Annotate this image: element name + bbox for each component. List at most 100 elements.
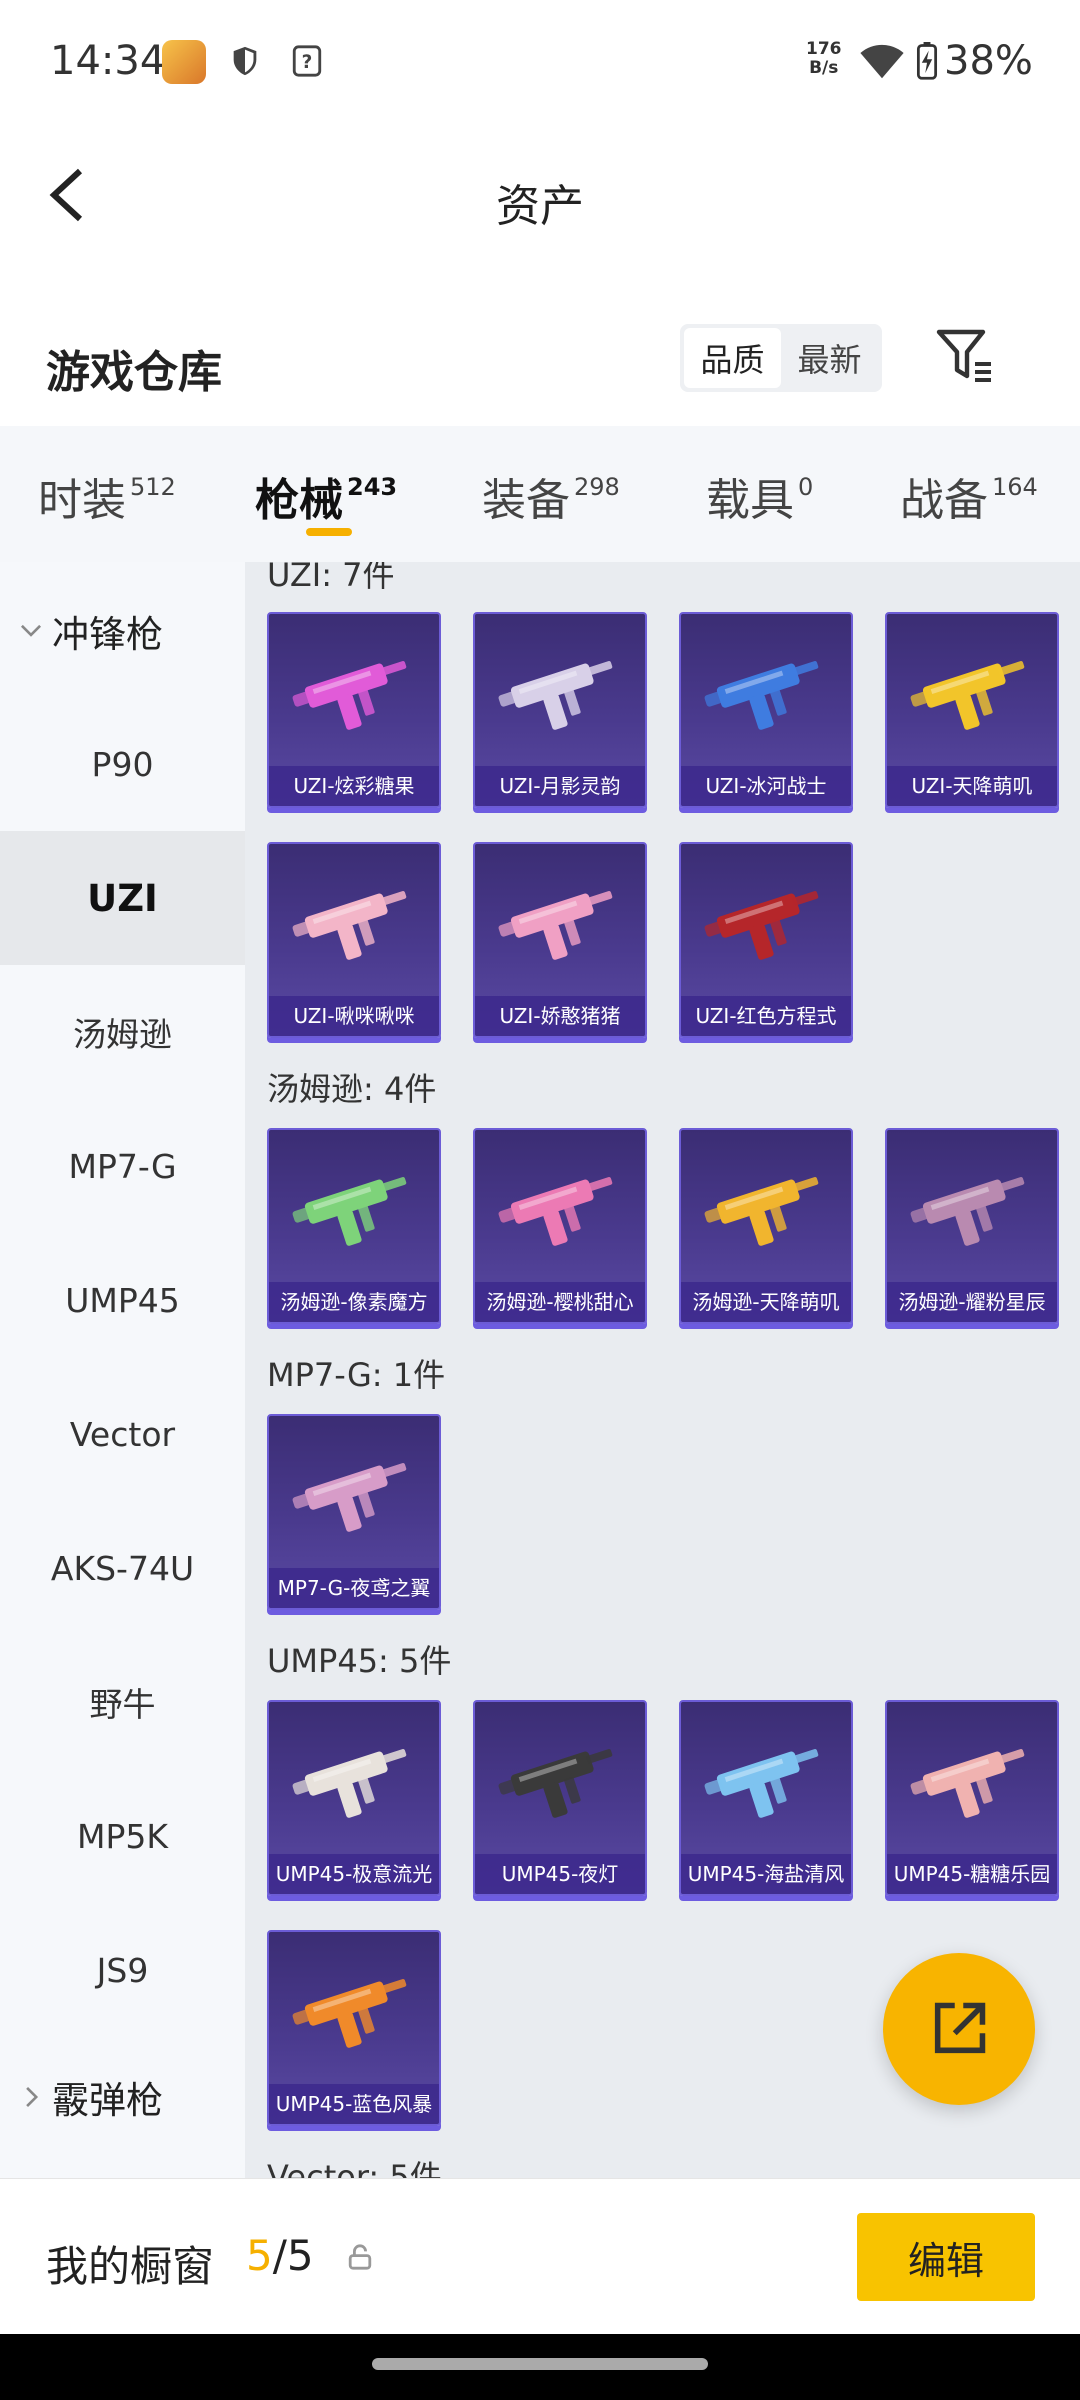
lock-icon <box>348 2244 372 2270</box>
weapon-skin-card[interactable]: 汤姆逊-天降萌叽 <box>679 1128 853 1324</box>
weapon-skin-card[interactable]: UZI-天降萌叽 <box>885 612 1059 808</box>
skin-name: UMP45-糖糖乐园 <box>887 1854 1057 1894</box>
share-external-icon <box>934 2002 986 2054</box>
sidebar-item-uzi[interactable]: UZI <box>0 831 245 965</box>
chevron-right-icon <box>26 2086 39 2108</box>
gun-skin-icon <box>910 1748 1025 1818</box>
sidebar-item-p90[interactable]: P90 <box>0 697 245 831</box>
weapon-skin-card[interactable]: 汤姆逊-耀粉星辰 <box>885 1128 1059 1324</box>
sidebar-group-smg[interactable]: 冲锋枪 <box>18 604 163 658</box>
gun-skin-icon <box>704 890 819 960</box>
showcase-bar: 我的橱窗 5/5 编辑 <box>0 2178 1080 2334</box>
skin-name: 汤姆逊-耀粉星辰 <box>887 1282 1057 1322</box>
section-label-mp7g: MP7-G: 1件 <box>267 1356 446 1394</box>
gun-skin-icon <box>704 1748 819 1818</box>
sidebar-item-aks74u[interactable]: AKS-74U <box>0 1501 245 1635</box>
weapon-skin-card[interactable]: MP7-G-夜鸢之翼 <box>267 1414 441 1610</box>
showcase-label: 我的橱窗 <box>46 2242 215 2291</box>
weapon-skin-card[interactable]: UZI-娇憨猪猪 <box>473 842 647 1038</box>
weapon-skin-card[interactable]: UMP45-海盐清风 <box>679 1700 853 1896</box>
sidebar-item-bizon[interactable]: 野牛 <box>0 1635 245 1769</box>
weapon-skin-card[interactable]: UMP45-夜灯 <box>473 1700 647 1896</box>
sort-latest-button[interactable]: 最新 <box>781 328 878 388</box>
weapon-type-sidebar: 冲锋枪 P90 UZI 汤姆逊 MP7-G UMP45 Vector AKS-7… <box>0 562 245 2178</box>
weapon-skin-card[interactable]: UZI-啾咪啾咪 <box>267 842 441 1038</box>
gun-skin-icon <box>292 1462 407 1532</box>
skin-name: 汤姆逊-像素魔方 <box>269 1282 439 1322</box>
svg-text:?: ? <box>302 52 313 73</box>
status-time: 14:34 <box>50 38 166 84</box>
gun-skin-icon <box>498 1748 613 1818</box>
sidebar-item-mp7g[interactable]: MP7-G <box>0 1099 245 1233</box>
showcase-count: 5/5 <box>246 2231 314 2280</box>
share-fab[interactable] <box>883 1953 1035 2105</box>
sidebar-item-vector[interactable]: Vector <box>0 1367 245 1501</box>
home-gesture-handle[interactable] <box>372 2358 708 2370</box>
weapon-skin-card[interactable]: UMP45-糖糖乐园 <box>885 1700 1059 1896</box>
tab-firearms[interactable]: 枪械 243 <box>255 464 397 528</box>
skin-name: UZI-月影灵韵 <box>475 766 645 806</box>
section-label-vector: Vector: 5件 <box>267 2158 442 2178</box>
sort-toggle: 品质 最新 <box>680 324 882 392</box>
section-label-ump45: UMP45: 5件 <box>267 1642 452 1680</box>
gun-skin-icon <box>292 1176 407 1246</box>
active-tab-indicator <box>306 528 352 536</box>
page-title: 资产 <box>496 181 584 232</box>
gun-skin-icon <box>292 890 407 960</box>
net-speed: 176 B/s <box>806 39 842 78</box>
skin-name: UMP45-海盐清风 <box>681 1854 851 1894</box>
chevron-down-icon <box>20 624 42 637</box>
weapon-skin-card[interactable]: UMP45-极意流光 <box>267 1700 441 1896</box>
system-nav-bar <box>0 2334 1080 2400</box>
weapon-skin-list: UZI: 7件 汤姆逊: 4件 MP7-G: 1件 UMP45: 5件 Vect… <box>245 562 1080 2178</box>
skin-name: 汤姆逊-天降萌叽 <box>681 1282 851 1322</box>
wifi-icon <box>860 44 904 79</box>
skin-name: UMP45-极意流光 <box>269 1854 439 1894</box>
category-tabs: 时装 512 枪械 243 装备 298 载具 0 战备 164 <box>0 426 1080 562</box>
sort-quality-button[interactable]: 品质 <box>684 328 781 388</box>
gun-skin-icon <box>704 660 819 730</box>
weapon-skin-card[interactable]: UZI-冰河战士 <box>679 612 853 808</box>
sidebar-item-ump45[interactable]: UMP45 <box>0 1233 245 1367</box>
shield-icon <box>233 46 257 76</box>
skin-name: UZI-娇憨猪猪 <box>475 996 645 1036</box>
sidebar-item-js9[interactable]: JS9 <box>0 1903 245 2037</box>
skin-name: UZI-冰河战士 <box>681 766 851 806</box>
weapon-skin-card[interactable]: 汤姆逊-樱桃甜心 <box>473 1128 647 1324</box>
weapon-skin-card[interactable]: UZI-红色方程式 <box>679 842 853 1038</box>
sidebar-item-mp5k[interactable]: MP5K <box>0 1769 245 1903</box>
tab-gear[interactable]: 装备 298 <box>482 464 620 528</box>
weapon-skin-card[interactable]: UMP45-蓝色风暴 <box>267 1930 441 2126</box>
gun-skin-icon <box>910 660 1025 730</box>
skin-name: MP7-G-夜鸢之翼 <box>269 1568 439 1608</box>
tab-fashion[interactable]: 时装 512 <box>38 464 176 528</box>
weapon-skin-card[interactable]: UZI-炫彩糖果 <box>267 612 441 808</box>
tab-supplies[interactable]: 战备 164 <box>900 464 1038 528</box>
battery-charging-icon <box>916 42 938 80</box>
skin-name: UMP45-夜灯 <box>475 1854 645 1894</box>
sidebar-group-shotgun[interactable]: 霰弹枪 <box>18 2070 163 2124</box>
game-app-icon <box>162 40 206 84</box>
edit-button[interactable]: 编辑 <box>857 2213 1035 2301</box>
sidebar-item-thompson[interactable]: 汤姆逊 <box>0 965 245 1099</box>
app-header: 资产 <box>0 130 1080 260</box>
gun-skin-icon <box>910 1176 1025 1246</box>
skin-name: UZI-天降萌叽 <box>887 766 1057 806</box>
gun-skin-icon <box>704 1176 819 1246</box>
tab-vehicles[interactable]: 载具 0 <box>706 464 813 528</box>
gun-skin-icon <box>292 1748 407 1818</box>
battery: 38% <box>916 38 1033 84</box>
weapon-skin-card[interactable]: 汤姆逊-像素魔方 <box>267 1128 441 1324</box>
skin-name: 汤姆逊-樱桃甜心 <box>475 1282 645 1322</box>
filter-icon[interactable] <box>935 326 995 386</box>
gun-skin-icon <box>498 890 613 960</box>
gun-skin-icon <box>292 660 407 730</box>
warehouse-title: 游戏仓库 <box>46 347 222 398</box>
gun-skin-icon <box>292 1978 407 2048</box>
gun-skin-icon <box>498 660 613 730</box>
weapon-skin-card[interactable]: UZI-月影灵韵 <box>473 612 647 808</box>
gun-skin-icon <box>498 1176 613 1246</box>
skin-name: UZI-红色方程式 <box>681 996 851 1036</box>
skin-name: UZI-炫彩糖果 <box>269 766 439 806</box>
skin-name: UZI-啾咪啾咪 <box>269 996 439 1036</box>
